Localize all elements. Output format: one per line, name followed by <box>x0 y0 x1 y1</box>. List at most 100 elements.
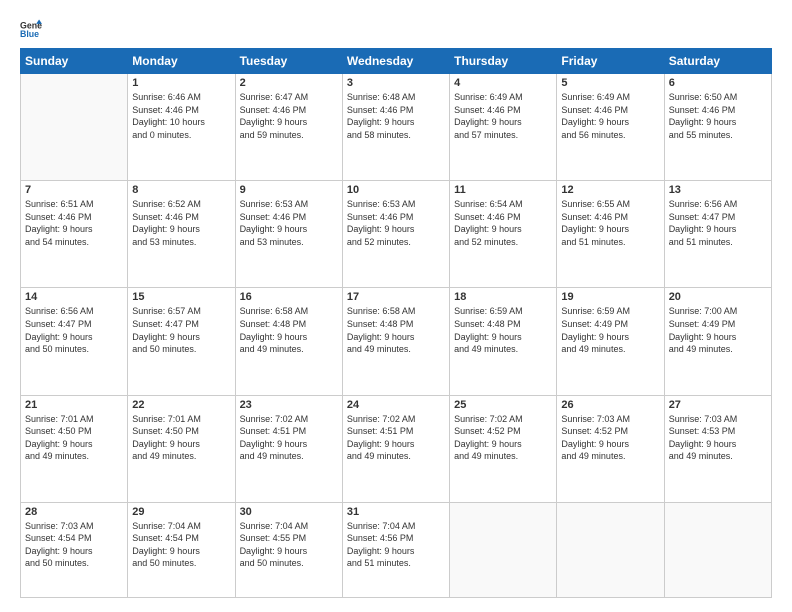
calendar-cell: 29 Sunrise: 7:04 AM Sunset: 4:54 PM Dayli… <box>128 502 235 597</box>
day-info: Sunrise: 6:58 AM Sunset: 4:48 PM Dayligh… <box>240 305 338 355</box>
calendar-header-friday: Friday <box>557 49 664 74</box>
day-number: 1 <box>132 77 230 89</box>
day-number: 8 <box>132 184 230 196</box>
calendar-cell: 13 Sunrise: 6:56 AM Sunset: 4:47 PM Dayli… <box>664 181 771 288</box>
day-number: 25 <box>454 399 552 411</box>
calendar-week-1: 7 Sunrise: 6:51 AM Sunset: 4:46 PM Daylig… <box>21 181 772 288</box>
day-number: 30 <box>240 506 338 518</box>
calendar-cell: 4 Sunrise: 6:49 AM Sunset: 4:46 PM Daylig… <box>450 74 557 181</box>
calendar-cell: 24 Sunrise: 7:02 AM Sunset: 4:51 PM Dayli… <box>342 395 449 502</box>
calendar-cell: 16 Sunrise: 6:58 AM Sunset: 4:48 PM Dayli… <box>235 288 342 395</box>
day-info: Sunrise: 7:04 AM Sunset: 4:54 PM Dayligh… <box>132 520 230 570</box>
day-number: 5 <box>561 77 659 89</box>
day-number: 28 <box>25 506 123 518</box>
calendar-cell: 2Sunrise: 6:47 AM Sunset: 4:46 PM Daylig… <box>235 74 342 181</box>
day-number: 3 <box>347 77 445 89</box>
svg-text:Blue: Blue <box>20 29 39 39</box>
day-info: Sunrise: 7:04 AM Sunset: 4:56 PM Dayligh… <box>347 520 445 570</box>
calendar-cell: 27Sunrise: 7:03 AM Sunset: 4:53 PM Dayli… <box>664 395 771 502</box>
calendar-cell: 19 Sunrise: 6:59 AM Sunset: 4:49 PM Dayli… <box>557 288 664 395</box>
calendar-cell: 17 Sunrise: 6:58 AM Sunset: 4:48 PM Dayli… <box>342 288 449 395</box>
calendar-cell: 28 Sunrise: 7:03 AM Sunset: 4:54 PM Dayli… <box>21 502 128 597</box>
day-info: Sunrise: 6:55 AM Sunset: 4:46 PM Dayligh… <box>561 198 659 248</box>
day-info: Sunrise: 6:51 AM Sunset: 4:46 PM Dayligh… <box>25 198 123 248</box>
day-number: 9 <box>240 184 338 196</box>
calendar-cell: 10 Sunrise: 6:53 AM Sunset: 4:46 PM Dayli… <box>342 181 449 288</box>
day-info: Sunrise: 7:01 AM Sunset: 4:50 PM Dayligh… <box>132 413 230 463</box>
calendar-header-sunday: Sunday <box>21 49 128 74</box>
day-number: 4 <box>454 77 552 89</box>
day-number: 19 <box>561 291 659 303</box>
day-info: Sunrise: 7:00 AM Sunset: 4:49 PM Dayligh… <box>669 305 767 355</box>
calendar-week-3: 21 Sunrise: 7:01 AM Sunset: 4:50 PM Dayli… <box>21 395 772 502</box>
day-info: Sunrise: 6:58 AM Sunset: 4:48 PM Dayligh… <box>347 305 445 355</box>
day-number: 16 <box>240 291 338 303</box>
day-number: 17 <box>347 291 445 303</box>
day-number: 20 <box>669 291 767 303</box>
day-info: Sunrise: 6:53 AM Sunset: 4:46 PM Dayligh… <box>347 198 445 248</box>
day-info: Sunrise: 6:59 AM Sunset: 4:48 PM Dayligh… <box>454 305 552 355</box>
calendar-header-thursday: Thursday <box>450 49 557 74</box>
day-info: Sunrise: 7:02 AM Sunset: 4:51 PM Dayligh… <box>347 413 445 463</box>
calendar-cell: 26 Sunrise: 7:03 AM Sunset: 4:52 PM Dayli… <box>557 395 664 502</box>
day-number: 23 <box>240 399 338 411</box>
calendar-header-saturday: Saturday <box>664 49 771 74</box>
day-info: Sunrise: 6:56 AM Sunset: 4:47 PM Dayligh… <box>25 305 123 355</box>
day-info: Sunrise: 6:49 AM Sunset: 4:46 PM Dayligh… <box>454 91 552 141</box>
day-info: Sunrise: 6:59 AM Sunset: 4:49 PM Dayligh… <box>561 305 659 355</box>
calendar-cell: 6Sunrise: 6:50 AM Sunset: 4:46 PM Daylig… <box>664 74 771 181</box>
day-number: 26 <box>561 399 659 411</box>
calendar-cell: 15 Sunrise: 6:57 AM Sunset: 4:47 PM Dayli… <box>128 288 235 395</box>
day-info: Sunrise: 6:56 AM Sunset: 4:47 PM Dayligh… <box>669 198 767 248</box>
calendar-cell <box>557 502 664 597</box>
day-info: Sunrise: 6:57 AM Sunset: 4:47 PM Dayligh… <box>132 305 230 355</box>
calendar-header-tuesday: Tuesday <box>235 49 342 74</box>
day-number: 15 <box>132 291 230 303</box>
day-info: Sunrise: 6:53 AM Sunset: 4:46 PM Dayligh… <box>240 198 338 248</box>
calendar-cell <box>664 502 771 597</box>
day-number: 13 <box>669 184 767 196</box>
day-number: 6 <box>669 77 767 89</box>
calendar-cell <box>21 74 128 181</box>
calendar-cell: 20 Sunrise: 7:00 AM Sunset: 4:49 PM Dayli… <box>664 288 771 395</box>
day-info: Sunrise: 6:54 AM Sunset: 4:46 PM Dayligh… <box>454 198 552 248</box>
day-info: Sunrise: 7:03 AM Sunset: 4:54 PM Dayligh… <box>25 520 123 570</box>
calendar-header-row: SundayMondayTuesdayWednesdayThursdayFrid… <box>21 49 772 74</box>
calendar-table: SundayMondayTuesdayWednesdayThursdayFrid… <box>20 48 772 598</box>
logo: General Blue <box>20 18 46 40</box>
day-number: 11 <box>454 184 552 196</box>
calendar-week-2: 14Sunrise: 6:56 AM Sunset: 4:47 PM Dayli… <box>21 288 772 395</box>
calendar-cell: 1Sunrise: 6:46 AM Sunset: 4:46 PM Daylig… <box>128 74 235 181</box>
day-info: Sunrise: 6:52 AM Sunset: 4:46 PM Dayligh… <box>132 198 230 248</box>
day-number: 24 <box>347 399 445 411</box>
calendar-cell: 23Sunrise: 7:02 AM Sunset: 4:51 PM Dayli… <box>235 395 342 502</box>
calendar-cell: 12 Sunrise: 6:55 AM Sunset: 4:46 PM Dayli… <box>557 181 664 288</box>
day-number: 21 <box>25 399 123 411</box>
day-info: Sunrise: 6:48 AM Sunset: 4:46 PM Dayligh… <box>347 91 445 141</box>
calendar-cell: 18 Sunrise: 6:59 AM Sunset: 4:48 PM Dayli… <box>450 288 557 395</box>
logo-icon: General Blue <box>20 18 42 40</box>
calendar-header-wednesday: Wednesday <box>342 49 449 74</box>
day-number: 7 <box>25 184 123 196</box>
day-info: Sunrise: 6:49 AM Sunset: 4:46 PM Dayligh… <box>561 91 659 141</box>
page: General Blue SundayMondayTuesdayWednesda… <box>0 0 792 612</box>
day-info: Sunrise: 7:04 AM Sunset: 4:55 PM Dayligh… <box>240 520 338 570</box>
day-number: 2 <box>240 77 338 89</box>
calendar-cell <box>450 502 557 597</box>
day-number: 22 <box>132 399 230 411</box>
day-number: 31 <box>347 506 445 518</box>
day-number: 18 <box>454 291 552 303</box>
calendar-cell: 30 Sunrise: 7:04 AM Sunset: 4:55 PM Dayli… <box>235 502 342 597</box>
calendar-cell: 3 Sunrise: 6:48 AM Sunset: 4:46 PM Daylig… <box>342 74 449 181</box>
day-info: Sunrise: 7:03 AM Sunset: 4:52 PM Dayligh… <box>561 413 659 463</box>
day-number: 29 <box>132 506 230 518</box>
calendar-cell: 25Sunrise: 7:02 AM Sunset: 4:52 PM Dayli… <box>450 395 557 502</box>
calendar-cell: 14Sunrise: 6:56 AM Sunset: 4:47 PM Dayli… <box>21 288 128 395</box>
calendar-cell: 31 Sunrise: 7:04 AM Sunset: 4:56 PM Dayli… <box>342 502 449 597</box>
day-number: 10 <box>347 184 445 196</box>
day-number: 27 <box>669 399 767 411</box>
calendar-cell: 21 Sunrise: 7:01 AM Sunset: 4:50 PM Dayli… <box>21 395 128 502</box>
calendar-cell: 9 Sunrise: 6:53 AM Sunset: 4:46 PM Daylig… <box>235 181 342 288</box>
day-number: 12 <box>561 184 659 196</box>
day-info: Sunrise: 7:01 AM Sunset: 4:50 PM Dayligh… <box>25 413 123 463</box>
